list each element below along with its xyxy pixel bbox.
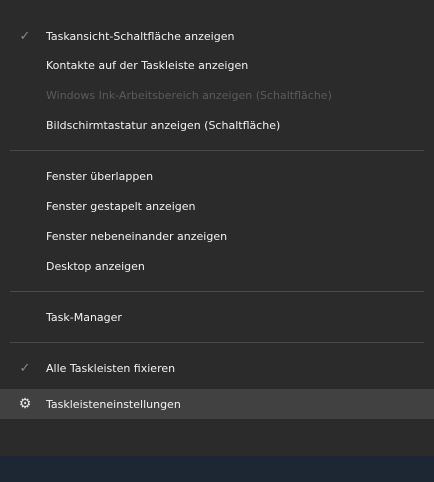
menu-separator (10, 291, 424, 292)
taskbar (0, 456, 434, 482)
menu-item-lock-taskbars[interactable]: ✓ Alle Taskleisten fixieren (0, 353, 434, 383)
menu-item-label: Fenster nebeneinander anzeigen (46, 229, 228, 243)
menu-item-task-manager[interactable]: Task-Manager (0, 302, 434, 332)
menu-item-show-contacts[interactable]: Kontakte auf der Taskleiste anzeigen (0, 50, 434, 80)
menu-item-label: Windows Ink-Arbeitsbereich anzeigen (Sch… (46, 88, 332, 102)
menu-item-stack-windows[interactable]: Fenster gestapelt anzeigen (0, 191, 434, 221)
menu-item-label: Alle Taskleisten fixieren (46, 361, 176, 375)
menu-top-padding (0, 0, 434, 22)
menu-item-show-desktop[interactable]: Desktop anzeigen (0, 251, 434, 281)
menu-item-taskbar-settings[interactable]: ⚙ Taskleisteneinstellungen (0, 389, 434, 419)
menu-separator (10, 150, 424, 151)
menu-separator (10, 342, 424, 343)
menu-item-show-task-view-button[interactable]: ✓ Taskansicht-Schaltfläche anzeigen (0, 22, 434, 50)
menu-item-label: Bildschirmtastatur anzeigen (Schaltfläch… (46, 118, 281, 132)
menu-item-label: Taskansicht-Schaltfläche anzeigen (46, 29, 235, 43)
menu-item-label: Kontakte auf der Taskleiste anzeigen (46, 58, 249, 72)
taskbar-context-menu: ✓ Taskansicht-Schaltfläche anzeigen Kont… (0, 0, 434, 482)
gear-icon: ⚙ (18, 396, 32, 412)
menu-item-cascade-windows[interactable]: Fenster überlappen (0, 161, 434, 191)
checkmark-icon: ✓ (19, 360, 31, 376)
menu-item-label: Taskleisteneinstellungen (46, 397, 181, 411)
menu-item-label: Fenster gestapelt anzeigen (46, 199, 196, 213)
menu-item-side-by-side-windows[interactable]: Fenster nebeneinander anzeigen (0, 221, 434, 251)
menu-item-label: Fenster überlappen (46, 169, 154, 183)
menu-item-show-windows-ink: Windows Ink-Arbeitsbereich anzeigen (Sch… (0, 80, 434, 110)
menu-item-show-touch-keyboard[interactable]: Bildschirmtastatur anzeigen (Schaltfläch… (0, 110, 434, 140)
menu-item-label: Task-Manager (46, 310, 122, 324)
menu-item-label: Desktop anzeigen (46, 259, 145, 273)
checkmark-icon: ✓ (19, 28, 31, 44)
